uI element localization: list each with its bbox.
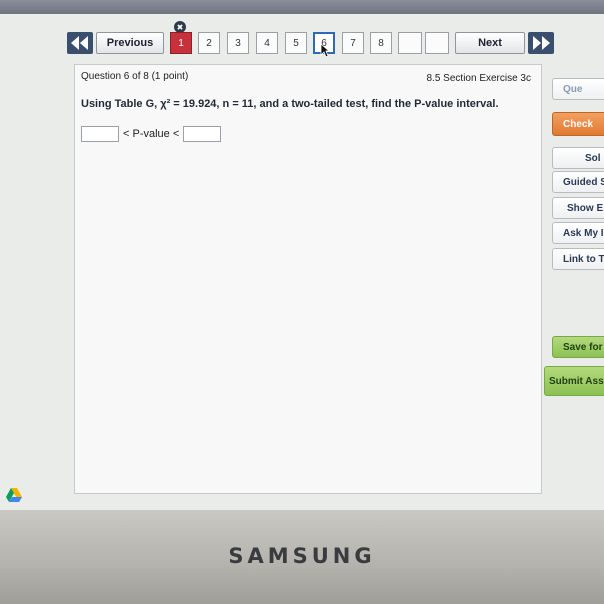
save-for-later-button[interactable]: Save for: [552, 336, 604, 358]
solution-button[interactable]: Sol: [552, 147, 604, 169]
page-10-button[interactable]: [425, 32, 449, 54]
double-left-arrow-icon[interactable]: [67, 32, 93, 54]
question-text: Using Table G, χ² = 19.924, n = 11, and …: [81, 98, 499, 110]
screen: Previous ✖ 1 2 3 4 5 6 7 8 Next Question…: [0, 14, 604, 510]
page-5-button[interactable]: 5: [285, 32, 307, 54]
monitor-top-bezel: [0, 0, 604, 14]
mouse-cursor-icon: [320, 43, 330, 58]
page-4-button[interactable]: 4: [256, 32, 278, 54]
show-example-button[interactable]: Show E: [552, 197, 604, 219]
question-panel: Question 6 of 8 (1 point) 8.5 Section Ex…: [74, 64, 542, 494]
page-2-button[interactable]: 2: [198, 32, 220, 54]
previous-button[interactable]: Previous: [96, 32, 164, 54]
page-7-button[interactable]: 7: [342, 32, 364, 54]
question-number: Question 6 of 8 (1 point): [81, 71, 189, 82]
page-9-button[interactable]: [398, 32, 422, 54]
check-answer-button[interactable]: Check: [552, 112, 604, 136]
upper-bound-input[interactable]: [183, 126, 222, 142]
link-to-text-button[interactable]: Link to Te: [552, 248, 604, 270]
page-1-button[interactable]: 1: [170, 32, 192, 54]
lower-bound-input[interactable]: [81, 126, 119, 142]
page-8-button[interactable]: 8: [370, 32, 392, 54]
ask-my-instructor-button[interactable]: Ask My In: [552, 222, 604, 244]
guided-solution-button[interactable]: Guided S: [552, 171, 604, 193]
next-button[interactable]: Next: [455, 32, 525, 54]
question-help-button[interactable]: Que: [552, 78, 604, 100]
monitor-bottom-bezel: SAMSUNG: [0, 510, 604, 604]
double-right-arrow-icon[interactable]: [528, 32, 554, 54]
google-drive-icon[interactable]: [6, 488, 22, 502]
answer-row: < P-value <: [81, 126, 222, 142]
page-3-button[interactable]: 3: [227, 32, 249, 54]
brand-logo: SAMSUNG: [228, 544, 376, 568]
submit-assignment-button[interactable]: Submit Assi: [544, 366, 604, 396]
p-value-label: < P-value <: [123, 128, 180, 140]
section-label: 8.5 Section Exercise 3c: [426, 73, 532, 84]
